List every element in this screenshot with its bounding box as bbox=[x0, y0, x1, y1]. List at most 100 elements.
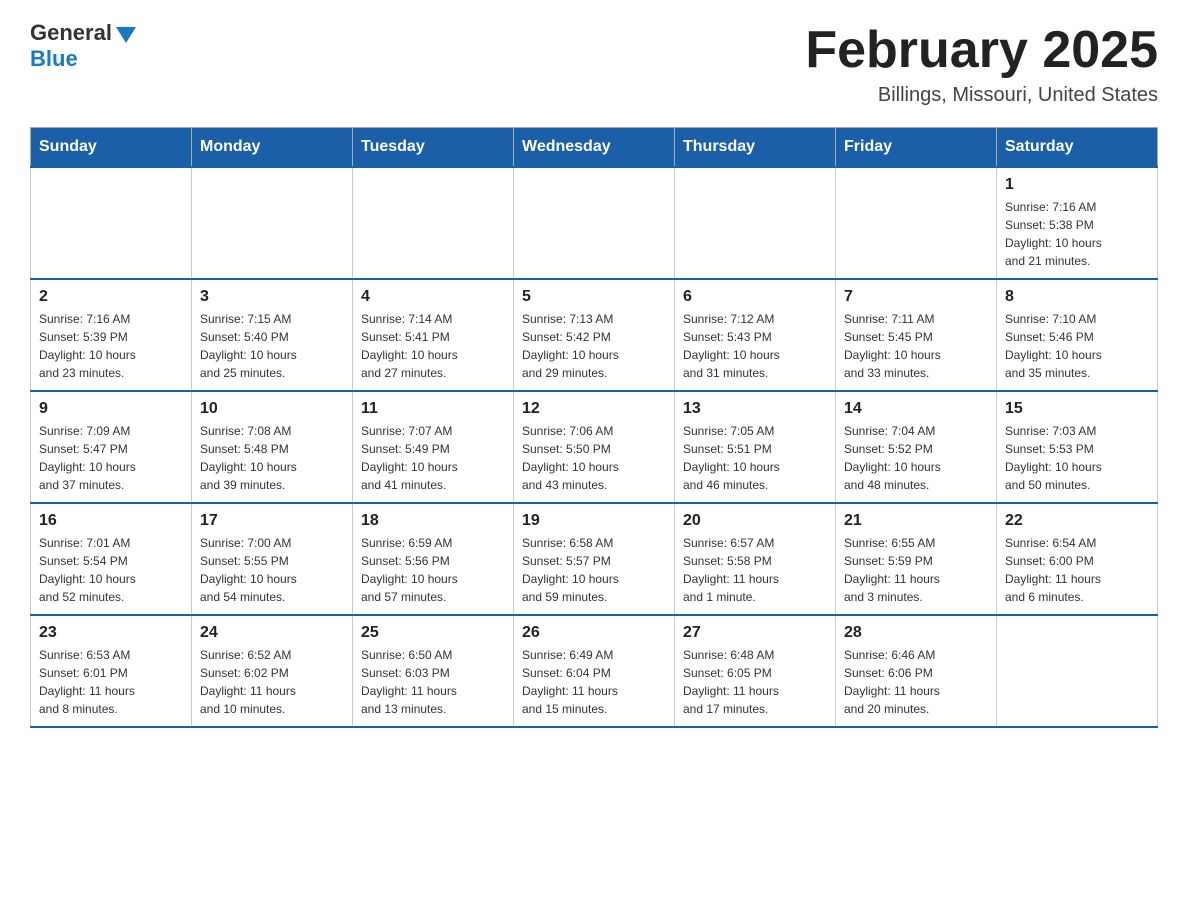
day-number: 5 bbox=[522, 288, 666, 306]
logo-blue-text: Blue bbox=[30, 46, 78, 72]
logo-general-text: General bbox=[30, 20, 112, 46]
day-info: Sunrise: 7:11 AM Sunset: 5:45 PM Dayligh… bbox=[844, 310, 988, 382]
table-row: 10 Sunrise: 7:08 AM Sunset: 5:48 PM Dayli… bbox=[192, 391, 353, 503]
table-row: 21 Sunrise: 6:55 AM Sunset: 5:59 PM Dayli… bbox=[836, 503, 997, 615]
table-row: 22 Sunrise: 6:54 AM Sunset: 6:00 PM Dayli… bbox=[997, 503, 1158, 615]
table-row: 17Sunrise: 7:00 AM Sunset: 5:55 PM Dayli… bbox=[192, 503, 353, 615]
table-row bbox=[192, 167, 353, 279]
logo: General Blue bbox=[30, 20, 136, 72]
month-title: February 2025 bbox=[805, 20, 1158, 80]
day-info: Sunrise: 7:09 AM Sunset: 5:47 PM Dayligh… bbox=[39, 422, 183, 494]
title-area: February 2025 Billings, Missouri, United… bbox=[805, 20, 1158, 107]
calendar-week-1: 1 Sunrise: 7:16 AM Sunset: 5:38 PM Daylig… bbox=[31, 167, 1158, 279]
header-thursday: Thursday bbox=[675, 128, 836, 168]
day-number: 15 bbox=[1005, 400, 1149, 418]
day-number: 28 bbox=[844, 624, 988, 642]
header-friday: Friday bbox=[836, 128, 997, 168]
day-info: Sunrise: 6:59 AM Sunset: 5:56 PM Dayligh… bbox=[361, 534, 505, 606]
day-number: 26 bbox=[522, 624, 666, 642]
day-info: Sunrise: 7:08 AM Sunset: 5:48 PM Dayligh… bbox=[200, 422, 344, 494]
day-number: 23 bbox=[39, 624, 183, 642]
table-row: 25 Sunrise: 6:50 AM Sunset: 6:03 PM Dayli… bbox=[353, 615, 514, 727]
day-number: 24 bbox=[200, 624, 344, 642]
day-number: 13 bbox=[683, 400, 827, 418]
header-tuesday: Tuesday bbox=[353, 128, 514, 168]
day-info: Sunrise: 6:53 AM Sunset: 6:01 PM Dayligh… bbox=[39, 646, 183, 718]
table-row: 14 Sunrise: 7:04 AM Sunset: 5:52 PM Dayli… bbox=[836, 391, 997, 503]
day-info: Sunrise: 7:15 AM Sunset: 5:40 PM Dayligh… bbox=[200, 310, 344, 382]
table-row: 9 Sunrise: 7:09 AM Sunset: 5:47 PM Daylig… bbox=[31, 391, 192, 503]
day-number: 14 bbox=[844, 400, 988, 418]
table-row: 24 Sunrise: 6:52 AM Sunset: 6:02 PM Dayli… bbox=[192, 615, 353, 727]
table-row: 28 Sunrise: 6:46 AM Sunset: 6:06 PM Dayli… bbox=[836, 615, 997, 727]
calendar-table: Sunday Monday Tuesday Wednesday Thursday… bbox=[30, 127, 1158, 728]
table-row bbox=[353, 167, 514, 279]
table-row: 8 Sunrise: 7:10 AM Sunset: 5:46 PM Daylig… bbox=[997, 279, 1158, 391]
day-info: Sunrise: 6:52 AM Sunset: 6:02 PM Dayligh… bbox=[200, 646, 344, 718]
day-info: Sunrise: 7:14 AM Sunset: 5:41 PM Dayligh… bbox=[361, 310, 505, 382]
table-row: 11 Sunrise: 7:07 AM Sunset: 5:49 PM Dayli… bbox=[353, 391, 514, 503]
calendar-header-row: Sunday Monday Tuesday Wednesday Thursday… bbox=[31, 128, 1158, 168]
table-row: 2Sunrise: 7:16 AM Sunset: 5:39 PM Daylig… bbox=[31, 279, 192, 391]
day-number: 21 bbox=[844, 512, 988, 530]
day-number: 1 bbox=[1005, 176, 1149, 194]
table-row: 20 Sunrise: 6:57 AM Sunset: 5:58 PM Dayli… bbox=[675, 503, 836, 615]
day-info: Sunrise: 7:01 AM Sunset: 5:54 PM Dayligh… bbox=[39, 534, 183, 606]
day-number: 8 bbox=[1005, 288, 1149, 306]
day-number: 25 bbox=[361, 624, 505, 642]
day-number: 22 bbox=[1005, 512, 1149, 530]
day-info: Sunrise: 6:46 AM Sunset: 6:06 PM Dayligh… bbox=[844, 646, 988, 718]
table-row: 4 Sunrise: 7:14 AM Sunset: 5:41 PM Daylig… bbox=[353, 279, 514, 391]
table-row: 1 Sunrise: 7:16 AM Sunset: 5:38 PM Daylig… bbox=[997, 167, 1158, 279]
day-number: 9 bbox=[39, 400, 183, 418]
table-row: 23 Sunrise: 6:53 AM Sunset: 6:01 PM Dayli… bbox=[31, 615, 192, 727]
day-number: 4 bbox=[361, 288, 505, 306]
table-row: 15 Sunrise: 7:03 AM Sunset: 5:53 PM Dayli… bbox=[997, 391, 1158, 503]
day-info: Sunrise: 6:55 AM Sunset: 5:59 PM Dayligh… bbox=[844, 534, 988, 606]
table-row bbox=[514, 167, 675, 279]
table-row: 5 Sunrise: 7:13 AM Sunset: 5:42 PM Daylig… bbox=[514, 279, 675, 391]
day-info: Sunrise: 7:07 AM Sunset: 5:49 PM Dayligh… bbox=[361, 422, 505, 494]
day-info: Sunrise: 7:16 AM Sunset: 5:38 PM Dayligh… bbox=[1005, 198, 1149, 270]
logo-arrow-icon bbox=[116, 27, 136, 43]
header-monday: Monday bbox=[192, 128, 353, 168]
day-number: 19 bbox=[522, 512, 666, 530]
day-info: Sunrise: 7:13 AM Sunset: 5:42 PM Dayligh… bbox=[522, 310, 666, 382]
day-info: Sunrise: 6:50 AM Sunset: 6:03 PM Dayligh… bbox=[361, 646, 505, 718]
day-info: Sunrise: 7:06 AM Sunset: 5:50 PM Dayligh… bbox=[522, 422, 666, 494]
calendar-week-4: 16 Sunrise: 7:01 AM Sunset: 5:54 PM Dayli… bbox=[31, 503, 1158, 615]
table-row: 16 Sunrise: 7:01 AM Sunset: 5:54 PM Dayli… bbox=[31, 503, 192, 615]
table-row: 27Sunrise: 6:48 AM Sunset: 6:05 PM Dayli… bbox=[675, 615, 836, 727]
calendar-week-2: 2Sunrise: 7:16 AM Sunset: 5:39 PM Daylig… bbox=[31, 279, 1158, 391]
table-row: 3Sunrise: 7:15 AM Sunset: 5:40 PM Daylig… bbox=[192, 279, 353, 391]
day-info: Sunrise: 7:03 AM Sunset: 5:53 PM Dayligh… bbox=[1005, 422, 1149, 494]
location-text: Billings, Missouri, United States bbox=[805, 84, 1158, 107]
day-info: Sunrise: 6:54 AM Sunset: 6:00 PM Dayligh… bbox=[1005, 534, 1149, 606]
day-number: 10 bbox=[200, 400, 344, 418]
table-row bbox=[675, 167, 836, 279]
day-info: Sunrise: 7:10 AM Sunset: 5:46 PM Dayligh… bbox=[1005, 310, 1149, 382]
day-info: Sunrise: 6:57 AM Sunset: 5:58 PM Dayligh… bbox=[683, 534, 827, 606]
table-row: 6 Sunrise: 7:12 AM Sunset: 5:43 PM Daylig… bbox=[675, 279, 836, 391]
day-info: Sunrise: 6:49 AM Sunset: 6:04 PM Dayligh… bbox=[522, 646, 666, 718]
day-number: 11 bbox=[361, 400, 505, 418]
day-number: 17 bbox=[200, 512, 344, 530]
header-sunday: Sunday bbox=[31, 128, 192, 168]
day-info: Sunrise: 6:48 AM Sunset: 6:05 PM Dayligh… bbox=[683, 646, 827, 718]
day-number: 16 bbox=[39, 512, 183, 530]
table-row bbox=[997, 615, 1158, 727]
table-row: 18Sunrise: 6:59 AM Sunset: 5:56 PM Dayli… bbox=[353, 503, 514, 615]
calendar-week-3: 9 Sunrise: 7:09 AM Sunset: 5:47 PM Daylig… bbox=[31, 391, 1158, 503]
header-wednesday: Wednesday bbox=[514, 128, 675, 168]
table-row: 26 Sunrise: 6:49 AM Sunset: 6:04 PM Dayli… bbox=[514, 615, 675, 727]
day-number: 20 bbox=[683, 512, 827, 530]
day-number: 2 bbox=[39, 288, 183, 306]
calendar-week-5: 23 Sunrise: 6:53 AM Sunset: 6:01 PM Dayli… bbox=[31, 615, 1158, 727]
day-info: Sunrise: 7:05 AM Sunset: 5:51 PM Dayligh… bbox=[683, 422, 827, 494]
header-saturday: Saturday bbox=[997, 128, 1158, 168]
day-number: 7 bbox=[844, 288, 988, 306]
day-number: 6 bbox=[683, 288, 827, 306]
day-info: Sunrise: 7:04 AM Sunset: 5:52 PM Dayligh… bbox=[844, 422, 988, 494]
table-row bbox=[31, 167, 192, 279]
day-info: Sunrise: 7:12 AM Sunset: 5:43 PM Dayligh… bbox=[683, 310, 827, 382]
